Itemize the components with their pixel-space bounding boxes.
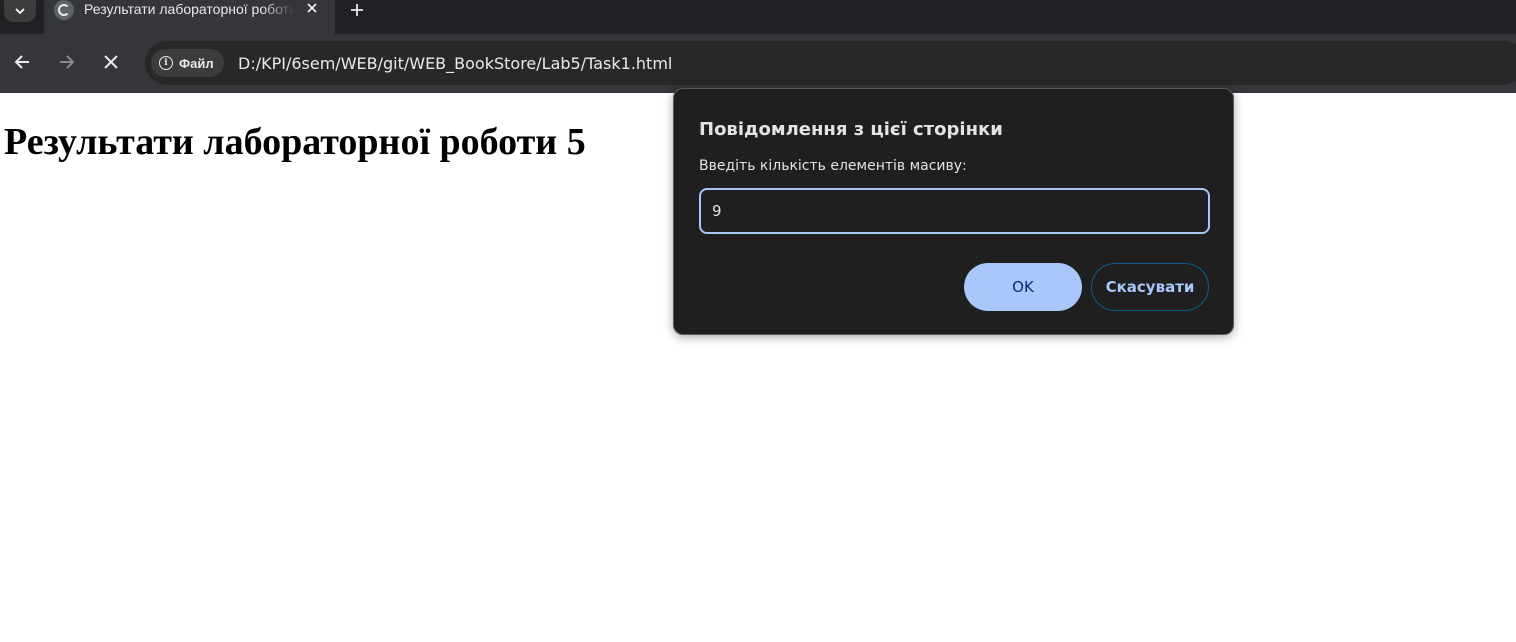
new-tab-button[interactable] bbox=[350, 0, 364, 23]
tab-active[interactable]: Результати лабораторної роботи 5 bbox=[44, 0, 335, 34]
stop-button[interactable] bbox=[99, 50, 123, 74]
loading-icon bbox=[54, 0, 74, 20]
tab-strip: Результати лабораторної роботи 5 bbox=[0, 0, 1516, 34]
prompt-input[interactable] bbox=[699, 188, 1210, 234]
tab-title: Результати лабораторної роботи 5 bbox=[84, 1, 294, 17]
prompt-dialog: Повідомлення з цієї сторінки Введіть кіл… bbox=[673, 88, 1234, 335]
tab-search-button[interactable] bbox=[4, 0, 36, 22]
site-chip-label: Файл bbox=[179, 55, 214, 71]
cancel-button[interactable]: Скасувати bbox=[1091, 263, 1209, 311]
forward-button[interactable] bbox=[55, 50, 79, 74]
browser-toolbar: i Файл D:/KPI/6sem/WEB/git/WEB_BookStore… bbox=[0, 34, 1516, 93]
plus-icon bbox=[351, 4, 363, 16]
site-info-chip[interactable]: i Файл bbox=[151, 49, 224, 77]
back-button[interactable] bbox=[10, 50, 34, 74]
tab-close-icon[interactable] bbox=[306, 0, 318, 19]
info-icon: i bbox=[159, 56, 173, 70]
chevron-down-icon bbox=[15, 8, 25, 15]
ok-button[interactable]: OK bbox=[964, 263, 1082, 311]
address-bar[interactable]: i Файл D:/KPI/6sem/WEB/git/WEB_BookStore… bbox=[145, 41, 1516, 85]
arrow-right-icon bbox=[60, 55, 75, 69]
url-text[interactable]: D:/KPI/6sem/WEB/git/WEB_BookStore/Lab5/T… bbox=[238, 54, 672, 73]
dialog-message: Введіть кількість елементів масиву: bbox=[699, 158, 967, 174]
close-icon bbox=[104, 55, 118, 69]
dialog-title: Повідомлення з цієї сторінки bbox=[699, 119, 1003, 140]
page-title: Результати лабораторної роботи 5 bbox=[4, 121, 586, 163]
arrow-left-icon bbox=[14, 55, 29, 69]
